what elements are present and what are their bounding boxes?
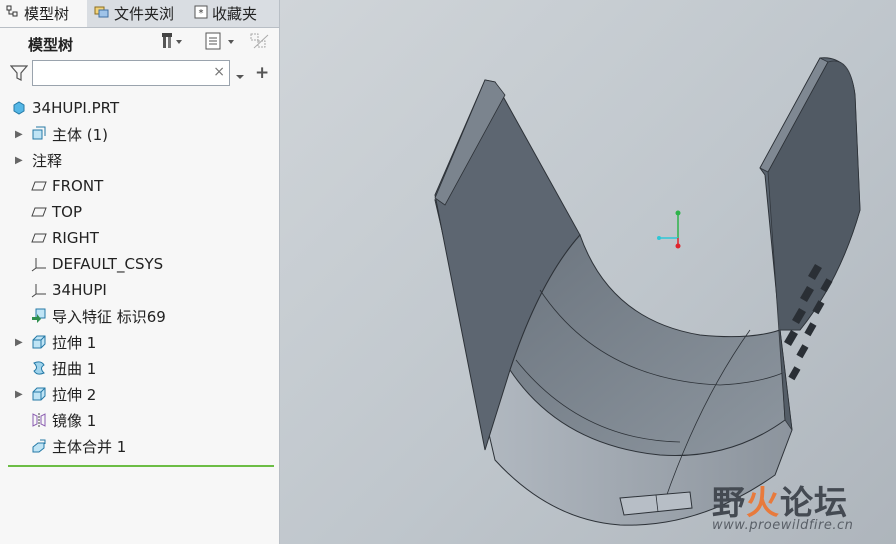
tree-node[interactable]: 34HUPI.PRT [0, 96, 279, 120]
tab-folder-browser-label: 文件夹浏 [114, 5, 175, 23]
expand-arrow-icon[interactable]: ▶ [15, 129, 25, 140]
panel-tab-bar: 模型树 文件夹浏 * 收藏夹 [0, 0, 279, 28]
datum-plane-icon [30, 177, 48, 195]
tree-node[interactable]: 34HUPI [0, 278, 279, 302]
folder-browser-icon [94, 5, 110, 23]
tab-model-tree-label: 模型树 [24, 5, 70, 23]
warp-icon [30, 359, 48, 377]
chevron-down-icon[interactable] [235, 67, 245, 86]
datum-plane-icon [30, 203, 48, 221]
tree-node[interactable]: ▶ 主体 (1) [0, 122, 279, 146]
tree-node-label: 主体合并 1 [52, 437, 127, 456]
graphics-viewport[interactable] [280, 0, 896, 544]
part-icon [10, 99, 28, 117]
filter-icon[interactable] [9, 65, 29, 85]
tree-node-label: DEFAULT_CSYS [52, 255, 164, 273]
tree-node[interactable]: TOP [0, 200, 279, 224]
search-input[interactable] [37, 62, 216, 86]
svg-text:*: * [199, 8, 204, 19]
tree-node-label: 扭曲 1 [52, 359, 97, 378]
mirror-icon [30, 411, 48, 429]
tree-node-label: 注释 [32, 151, 63, 170]
clear-icon[interactable]: × [213, 64, 225, 80]
datum-plane-icon [30, 229, 48, 247]
part-model [434, 57, 861, 526]
hammer-icon [160, 32, 184, 54]
panel-title: 模型树 [28, 36, 74, 54]
tab-favorites[interactable]: * 收藏夹 [188, 0, 279, 27]
tree-node-label: 拉伸 1 [52, 333, 97, 352]
extrude-icon [30, 333, 48, 351]
show-options-button[interactable] [204, 32, 238, 54]
csys-icon [30, 255, 48, 273]
tree-node[interactable]: 主体合并 1 [0, 434, 279, 458]
expand-arrow-icon[interactable]: ▶ [15, 337, 25, 348]
tree-node-label: 34HUPI [52, 281, 107, 299]
tab-model-tree[interactable]: 模型树 [0, 0, 87, 27]
model-tree-icon [6, 5, 20, 23]
tab-folder-browser[interactable]: 文件夹浏 [88, 0, 186, 27]
tree-node[interactable]: ▶ 拉伸 1 [0, 330, 279, 354]
tree-node-label: 镜像 1 [52, 411, 97, 430]
body-icon [30, 125, 48, 143]
watermark-url: www.proewildfire.cn [712, 518, 854, 533]
filter-row: × + [0, 58, 279, 90]
favorites-icon: * [194, 5, 208, 23]
list-settings-icon [204, 32, 238, 54]
expand-arrow-icon[interactable]: ▶ [15, 155, 25, 166]
tree-node[interactable]: FRONT [0, 174, 279, 198]
tab-favorites-label: 收藏夹 [212, 5, 258, 23]
settings-tool-button[interactable] [160, 33, 184, 53]
filter-options-button[interactable] [250, 33, 270, 53]
model-tree-panel: 模型树 文件夹浏 * 收藏夹 模型树 × + 34HUPI.PRT ▶ 主体 (… [0, 0, 280, 544]
import-feature-icon [30, 307, 48, 325]
expand-arrow-icon[interactable]: ▶ [15, 389, 25, 400]
tree-node-label: RIGHT [52, 229, 99, 247]
tree-node[interactable]: RIGHT [0, 226, 279, 250]
tree-node[interactable]: 镜像 1 [0, 408, 279, 432]
tree-node-label: 拉伸 2 [52, 385, 97, 404]
tree-node-label: 导入特征 标识69 [52, 307, 166, 326]
tree-node[interactable]: 扭曲 1 [0, 356, 279, 380]
csys-triad-icon [657, 210, 681, 249]
watermark-logo: 野火论坛 [712, 483, 848, 522]
tree-node-label: TOP [52, 203, 83, 221]
tree-node-label: FRONT [52, 177, 104, 195]
tree-node-label: 34HUPI.PRT [32, 99, 120, 117]
tree-insert-marker [8, 465, 274, 467]
tree-node[interactable]: ▶ 注释 [0, 148, 279, 172]
tree-node[interactable]: 导入特征 标识69 [0, 304, 279, 328]
tree-node[interactable]: DEFAULT_CSYS [0, 252, 279, 276]
hidden-items-icon [250, 32, 270, 54]
body-merge-icon [30, 437, 48, 455]
tree-node[interactable]: ▶ 拉伸 2 [0, 382, 279, 406]
search-field[interactable]: × [32, 60, 230, 86]
csys-icon [30, 281, 48, 299]
tree-node-label: 主体 (1) [52, 125, 109, 144]
extrude-icon [30, 385, 48, 403]
add-icon[interactable]: + [255, 63, 269, 83]
